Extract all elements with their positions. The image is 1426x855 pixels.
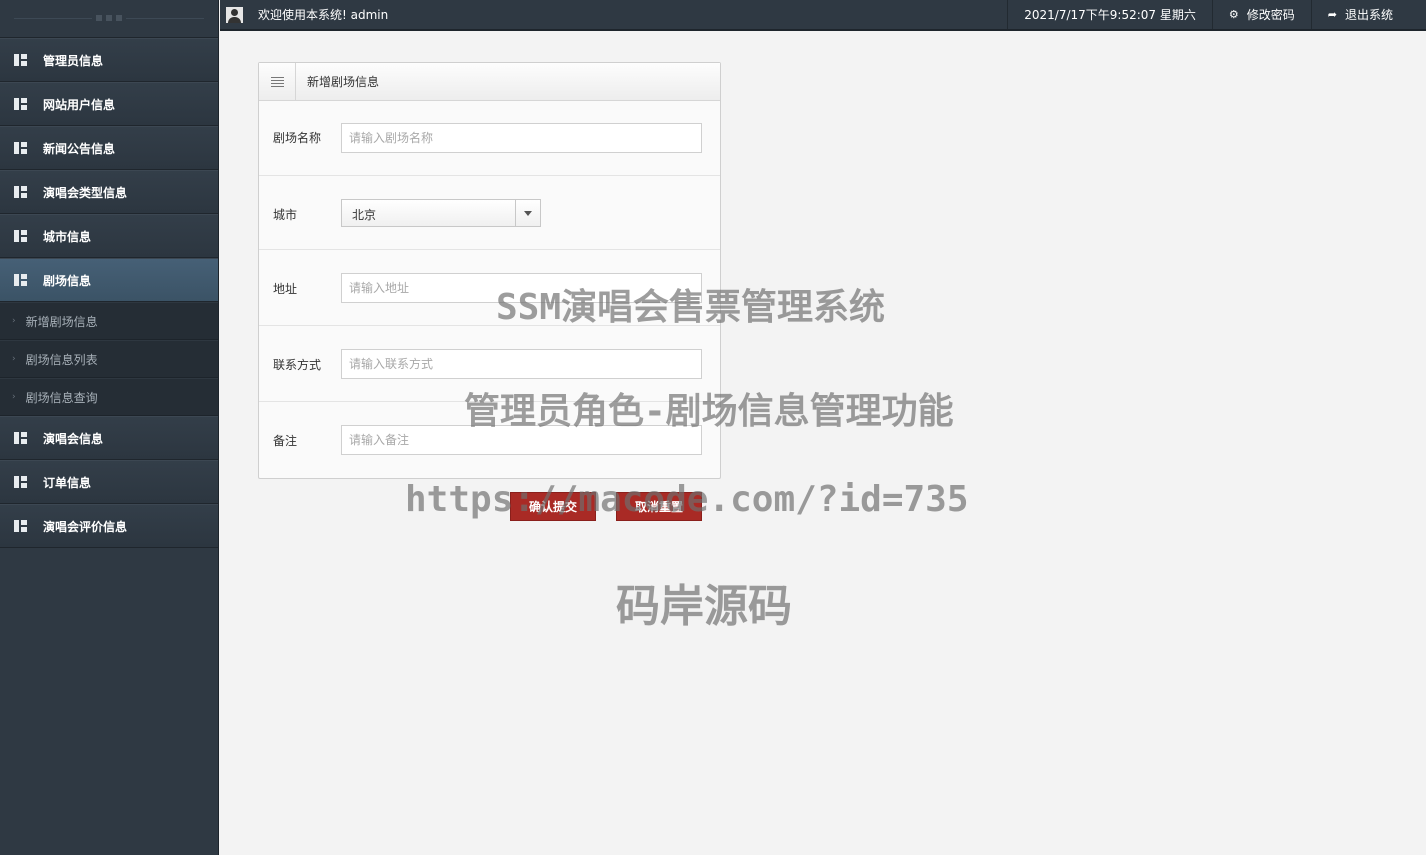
datetime: 2021/7/17下午9:52:07 星期六 (1007, 0, 1212, 29)
contact-input[interactable] (341, 349, 702, 379)
sidebar-handle (0, 0, 218, 38)
panel-title: 新增剧场信息 (307, 75, 380, 89)
dashboard-icon (14, 186, 27, 198)
sidebar-item-admin[interactable]: 管理员信息 (0, 38, 218, 82)
address-input[interactable] (341, 273, 702, 303)
sidebar-item-orders[interactable]: 订单信息 (0, 460, 218, 504)
welcome-text: 欢迎使用本系统! admin (258, 8, 389, 22)
sidebar-item-label: 演唱会评价信息 (43, 519, 128, 534)
chevron-down-icon (515, 200, 540, 226)
logout-label: 退出系统 (1344, 8, 1393, 22)
sidebar-subitem-add-theater[interactable]: › 新增剧场信息 (0, 302, 218, 340)
form-row-contact: 联系方式 (259, 326, 720, 402)
dashboard-icon (14, 274, 27, 286)
sidebar-item-label: 演唱会类型信息 (43, 185, 128, 200)
city-select[interactable]: 北京 (341, 199, 541, 227)
city-label: 城市 (273, 208, 298, 222)
list-icon (259, 63, 296, 100)
dashboard-icon (14, 54, 27, 66)
change-password-label: 修改密码 (1246, 8, 1295, 22)
theater-name-label: 剧场名称 (273, 131, 322, 145)
logout-button[interactable]: ➦ 退出系统 (1310, 0, 1426, 29)
sidebar-item-theaters[interactable]: 剧场信息 (0, 258, 218, 302)
sidebar-item-label: 网站用户信息 (43, 97, 116, 112)
remark-input[interactable] (341, 425, 702, 455)
form-row-remark: 备注 (259, 402, 720, 478)
sidebar-item-concert-types[interactable]: 演唱会类型信息 (0, 170, 218, 214)
submit-button[interactable]: 确认提交 (510, 492, 596, 521)
sidebar: 管理员信息 网站用户信息 新闻公告信息 演唱会类型信息 城市信息 剧场信息 › … (0, 0, 219, 855)
sidebar-subitem-label: 剧场信息查询 (25, 390, 98, 405)
user-icon (226, 7, 243, 23)
sidebar-item-label: 订单信息 (43, 475, 92, 490)
dashboard-icon (14, 520, 27, 532)
form-row-name: 剧场名称 (259, 101, 720, 176)
form-row-city: 城市 北京 (259, 176, 720, 250)
contact-label: 联系方式 (273, 358, 322, 372)
theater-name-input[interactable] (341, 123, 702, 153)
watermark-brand: 码岸源码 (616, 581, 792, 632)
share-arrow-icon: ➦ (1327, 8, 1337, 21)
sidebar-item-label: 剧场信息 (43, 273, 92, 288)
chevron-right-icon: › (12, 392, 16, 402)
sidebar-subitem-theater-list[interactable]: › 剧场信息列表 (0, 340, 218, 378)
sidebar-item-news[interactable]: 新闻公告信息 (0, 126, 218, 170)
sidebar-item-label: 演唱会信息 (43, 431, 104, 446)
chevron-right-icon: › (12, 316, 16, 326)
gear-icon: ⚙ (1228, 8, 1239, 21)
sidebar-subitem-label: 新增剧场信息 (25, 314, 98, 329)
sidebar-item-users[interactable]: 网站用户信息 (0, 82, 218, 126)
sidebar-item-label: 新闻公告信息 (43, 141, 116, 156)
top-header: 欢迎使用本系统! admin 2021/7/17下午9:52:07 星期六 ⚙ … (220, 0, 1426, 31)
sidebar-item-reviews[interactable]: 演唱会评价信息 (0, 504, 218, 548)
add-theater-panel: 新增剧场信息 剧场名称 城市 北京 地址 联系方式 备注 (258, 62, 721, 479)
dashboard-icon (14, 98, 27, 110)
change-password-button[interactable]: ⚙ 修改密码 (1211, 0, 1311, 29)
dashboard-icon (14, 230, 27, 242)
dashboard-icon (14, 432, 27, 444)
panel-header: 新增剧场信息 (259, 63, 720, 101)
sidebar-subitem-theater-query[interactable]: › 剧场信息查询 (0, 378, 218, 416)
address-label: 地址 (273, 282, 298, 296)
sidebar-item-concerts[interactable]: 演唱会信息 (0, 416, 218, 460)
dashboard-icon (14, 476, 27, 488)
chevron-right-icon: › (12, 354, 16, 364)
dashboard-icon (14, 142, 27, 154)
datetime-text: 2021/7/17下午9:52:07 星期六 (1024, 8, 1196, 22)
sidebar-item-label: 城市信息 (43, 229, 92, 244)
sidebar-item-label: 管理员信息 (43, 53, 104, 68)
form-row-address: 地址 (259, 250, 720, 326)
welcome-area: 欢迎使用本系统! admin (226, 0, 389, 29)
city-select-value: 北京 (352, 208, 377, 222)
sidebar-item-cities[interactable]: 城市信息 (0, 214, 218, 258)
reset-button[interactable]: 取消重置 (616, 492, 702, 521)
sidebar-subitem-label: 剧场信息列表 (25, 352, 98, 367)
remark-label: 备注 (273, 434, 298, 448)
